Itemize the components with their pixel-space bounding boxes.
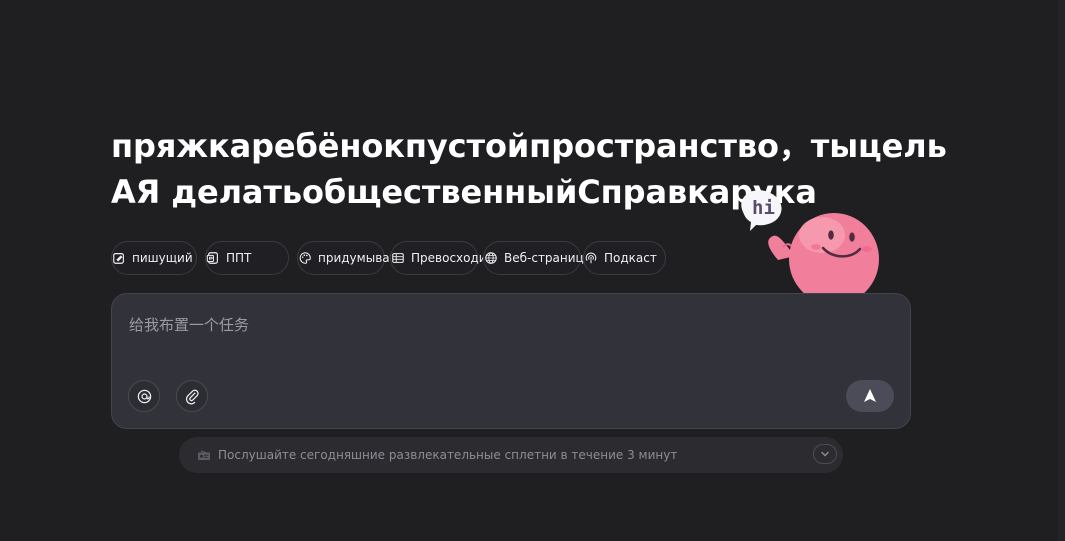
chip-excel[interactable]: Превосходить xyxy=(390,241,501,275)
mention-button[interactable] xyxy=(128,380,160,412)
chip-label: Подкаст xyxy=(604,251,657,265)
chip-webpage[interactable]: Веб-страница xyxy=(483,241,591,275)
hero-title-line-1: пряжкаребёнокпустойпространство，тыцель xyxy=(111,127,947,166)
ppt-icon xyxy=(206,252,218,264)
chip-label: ППТ xyxy=(226,251,252,265)
table-icon xyxy=(392,253,404,263)
chip-label: пишущий xyxy=(132,251,193,265)
suggested-prompt-text: Послушайте сегодняшние развлекательные с… xyxy=(218,448,678,462)
at-icon xyxy=(137,389,151,403)
hero-title-line-2: АЯ делатьобщественныйСправкарука xyxy=(111,173,817,212)
suggested-prompt[interactable]: Послушайте сегодняшние развлекательные с… xyxy=(179,437,843,473)
globe-icon xyxy=(485,252,497,264)
edit-icon xyxy=(113,253,124,264)
chip-podcast[interactable]: Подкаст xyxy=(583,241,666,275)
hero-title: пряжкаребёнокпустойпространство，тыцель А… xyxy=(111,123,947,215)
scrollbar-track[interactable] xyxy=(1058,0,1065,541)
paperclip-icon xyxy=(185,389,199,404)
chip-design[interactable]: придумывать xyxy=(297,241,404,275)
chip-label: Веб-страница xyxy=(504,251,592,265)
home-page: пряжкаребёнокпустойпространство，тыцель А… xyxy=(0,0,1065,541)
suggestion-toggle[interactable] xyxy=(813,444,837,464)
task-composer xyxy=(111,293,911,429)
chip-ppt[interactable]: ППТ xyxy=(205,241,289,275)
chevron-down-icon xyxy=(821,451,829,457)
podcast-icon xyxy=(585,252,597,264)
attach-button[interactable] xyxy=(176,380,208,412)
quick-action-chips: пишущий ППТ придумывать Превосходить Веб… xyxy=(111,241,731,277)
radio-icon xyxy=(198,450,210,460)
palette-icon xyxy=(299,252,311,264)
task-input[interactable] xyxy=(127,312,871,338)
send-arrow-icon xyxy=(864,389,876,402)
chip-writing[interactable]: пишущий xyxy=(111,241,197,275)
send-button[interactable] xyxy=(846,380,894,412)
